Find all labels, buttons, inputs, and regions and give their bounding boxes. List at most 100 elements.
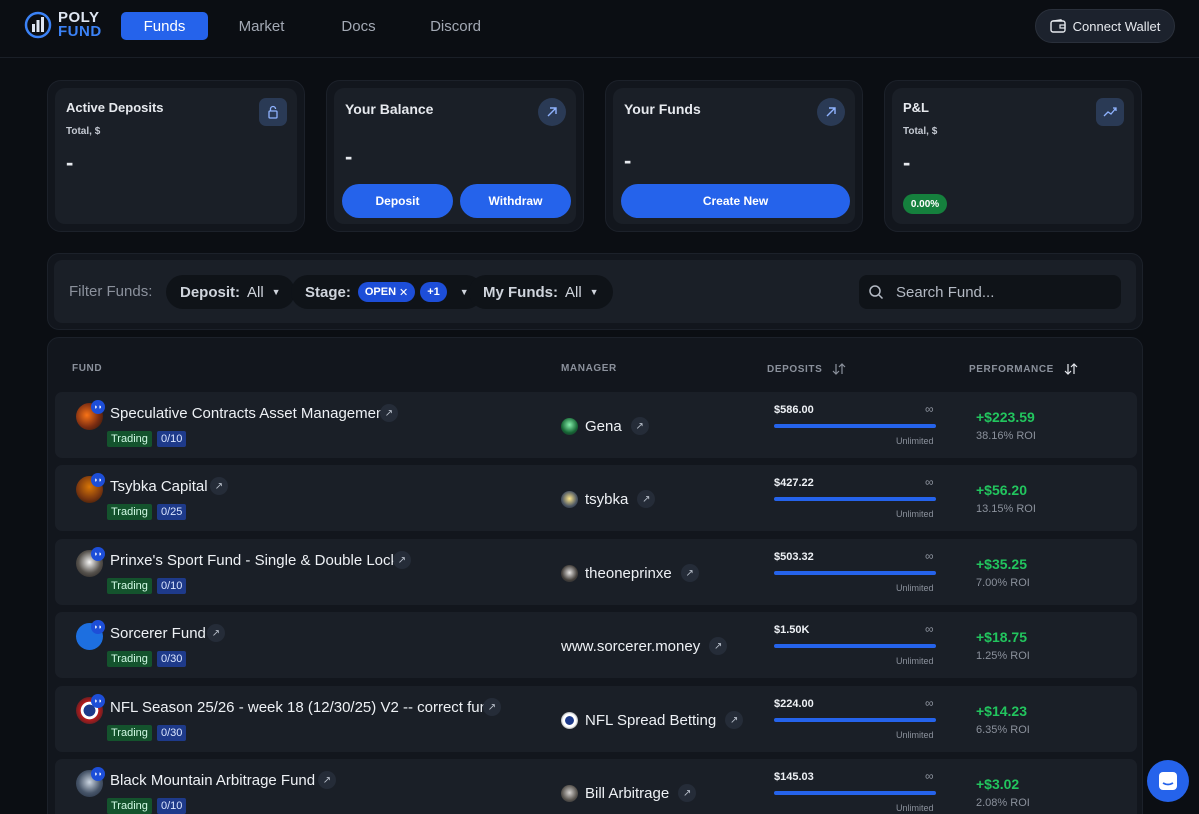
infinity-icon: ∞ xyxy=(925,622,934,636)
nav-market[interactable]: Market xyxy=(218,12,305,40)
external-link-icon[interactable]: ↗ xyxy=(483,698,501,716)
slots-badge: 0/30 xyxy=(157,725,187,741)
deposit-amount: $427.22 xyxy=(774,477,814,489)
manager[interactable]: tsybka ↗ xyxy=(561,490,656,508)
fund-name[interactable]: Tsybka Capital xyxy=(110,478,208,495)
funds-table: FUND MANAGER DEPOSITS PERFORMANCE ◗◗ Spe… xyxy=(47,337,1143,814)
chat-button[interactable] xyxy=(1147,760,1189,802)
my-funds-filter-name: My Funds: xyxy=(483,283,558,301)
top-bar: POLY FUND Funds Market Docs Discord Conn… xyxy=(0,0,1199,58)
sort-icon[interactable] xyxy=(832,363,846,375)
deposit-progress-bar xyxy=(774,718,936,722)
external-link-icon[interactable]: ↗ xyxy=(380,404,398,422)
manager-avatar xyxy=(561,417,578,435)
arrow-up-right-icon[interactable] xyxy=(538,98,566,126)
infinity-icon: ∞ xyxy=(925,549,934,563)
external-link-icon[interactable]: ↗ xyxy=(637,490,656,508)
stage-tag-label: OPEN xyxy=(364,286,397,298)
funds-value: - xyxy=(624,148,632,173)
fund-name[interactable]: NFL Season 25/26 - week 18 (12/30/25) V2… xyxy=(110,699,496,716)
close-icon[interactable]: ✕ xyxy=(399,286,408,299)
deposit-filter-dropdown[interactable]: Deposit: All ▼ xyxy=(166,275,295,309)
column-header-fund: FUND xyxy=(72,363,103,374)
connect-wallet-button[interactable]: Connect Wallet xyxy=(1035,9,1175,43)
external-link-icon[interactable]: ↗ xyxy=(709,637,728,655)
deposit-amount: $1.50K xyxy=(774,624,810,636)
column-header-performance[interactable]: PERFORMANCE xyxy=(969,363,1078,375)
stage-badge: Trading xyxy=(107,725,152,741)
external-link-icon[interactable]: ↗ xyxy=(210,477,228,495)
roi-value: 2.08% ROI xyxy=(976,797,1030,809)
table-row[interactable]: ◗◗ Speculative Contracts Asset Managemen… xyxy=(55,392,1137,458)
manager[interactable]: www.sorcerer.money ↗ xyxy=(561,637,728,655)
external-link-icon[interactable]: ↗ xyxy=(393,551,411,569)
fund-name[interactable]: Prinxe's Sport Fund - Single & Double Lo… xyxy=(110,552,406,569)
external-link-icon[interactable]: ↗ xyxy=(725,711,744,729)
nav-funds[interactable]: Funds xyxy=(121,12,208,40)
external-link-icon[interactable]: ↗ xyxy=(630,417,649,435)
manager[interactable]: NFL Spread Betting ↗ xyxy=(561,711,744,729)
logo-icon xyxy=(24,11,52,39)
slots-badge: 0/10 xyxy=(157,578,187,594)
my-funds-filter-value: All xyxy=(565,283,582,301)
deposit-amount: $145.03 xyxy=(774,771,814,783)
stage-tag-open[interactable]: OPEN ✕ xyxy=(357,282,416,302)
table-row[interactable]: ◗◗ NFL Season 25/26 - week 18 (12/30/25)… xyxy=(55,686,1137,752)
connect-wallet-label: Connect Wallet xyxy=(1072,18,1161,34)
external-link-icon[interactable]: ↗ xyxy=(680,564,699,582)
table-row[interactable]: ◗◗ Sorcerer Fund ↗ Trading 0/30 www.sorc… xyxy=(55,612,1137,678)
manager-avatar xyxy=(561,564,578,582)
multi-icon: ◗◗ xyxy=(91,547,105,561)
multi-icon: ◗◗ xyxy=(91,767,105,781)
logo[interactable]: POLY FUND xyxy=(24,10,102,40)
active-deposits-card: Active Deposits Total, $ - xyxy=(47,80,305,232)
table-row[interactable]: ◗◗ Tsybka Capital ↗ Trading 0/25 tsybka … xyxy=(55,465,1137,531)
create-new-button[interactable]: Create New xyxy=(621,184,850,218)
pnl-value: +$35.25 xyxy=(976,556,1027,572)
withdraw-button[interactable]: Withdraw xyxy=(460,184,571,218)
logo-line-2: FUND xyxy=(58,23,102,40)
fund-name[interactable]: Sorcerer Fund xyxy=(110,625,206,642)
slots-badge: 0/30 xyxy=(157,651,187,667)
deposit-cap-label: Unlimited xyxy=(896,509,934,519)
multi-icon: ◗◗ xyxy=(91,400,105,414)
table-row[interactable]: ◗◗ Black Mountain Arbitrage Fund I ↗ Tra… xyxy=(55,759,1137,814)
manager[interactable]: theoneprinxe ↗ xyxy=(561,564,699,582)
filter-bar: Filter Funds: Deposit: All ▼ Stage: OPEN… xyxy=(47,253,1143,330)
external-link-icon[interactable]: ↗ xyxy=(318,771,336,789)
manager[interactable]: Bill Arbitrage ↗ xyxy=(561,784,697,802)
stage-badge: Trading xyxy=(107,504,152,520)
stage-tag-more[interactable]: +1 xyxy=(420,282,447,302)
external-link-icon[interactable]: ↗ xyxy=(678,784,697,802)
table-row[interactable]: ◗◗ Prinxe's Sport Fund - Single & Double… xyxy=(55,539,1137,605)
main-nav: Funds Market Docs Discord xyxy=(121,12,509,40)
external-link-icon[interactable]: ↗ xyxy=(207,624,225,642)
column-header-deposits[interactable]: DEPOSITS xyxy=(767,363,846,375)
arrow-up-right-icon[interactable] xyxy=(817,98,845,126)
search-icon xyxy=(869,285,884,300)
fund-name[interactable]: Speculative Contracts Asset Management xyxy=(110,405,388,422)
roi-value: 38.16% ROI xyxy=(976,430,1036,442)
manager-avatar xyxy=(561,711,578,729)
deposit-cap-label: Unlimited xyxy=(896,436,934,446)
manager[interactable]: Gena ↗ xyxy=(561,417,649,435)
search-placeholder: Search Fund... xyxy=(896,283,995,301)
filter-label: Filter Funds: xyxy=(69,283,153,300)
deposit-button[interactable]: Deposit xyxy=(342,184,453,218)
trend-up-icon[interactable] xyxy=(1096,98,1124,126)
card-subtitle: Total, $ xyxy=(66,126,101,137)
sort-icon[interactable] xyxy=(1064,363,1078,375)
roi-value: 6.35% ROI xyxy=(976,724,1030,736)
manager-name: Bill Arbitrage xyxy=(585,784,670,802)
nav-docs[interactable]: Docs xyxy=(315,12,402,40)
multi-icon: ◗◗ xyxy=(91,620,105,634)
search-input[interactable]: Search Fund... xyxy=(859,275,1121,309)
lock-icon[interactable] xyxy=(259,98,287,126)
nav-discord[interactable]: Discord xyxy=(412,12,499,40)
my-funds-filter-dropdown[interactable]: My Funds: All ▼ xyxy=(469,275,613,309)
logo-text: POLY FUND xyxy=(58,10,102,40)
stage-filter-dropdown[interactable]: Stage: OPEN ✕ +1 ▼ xyxy=(291,275,483,309)
pnl-value: - xyxy=(903,150,911,175)
fund-name[interactable]: Black Mountain Arbitrage Fund I xyxy=(110,772,323,789)
manager-avatar xyxy=(561,490,578,508)
